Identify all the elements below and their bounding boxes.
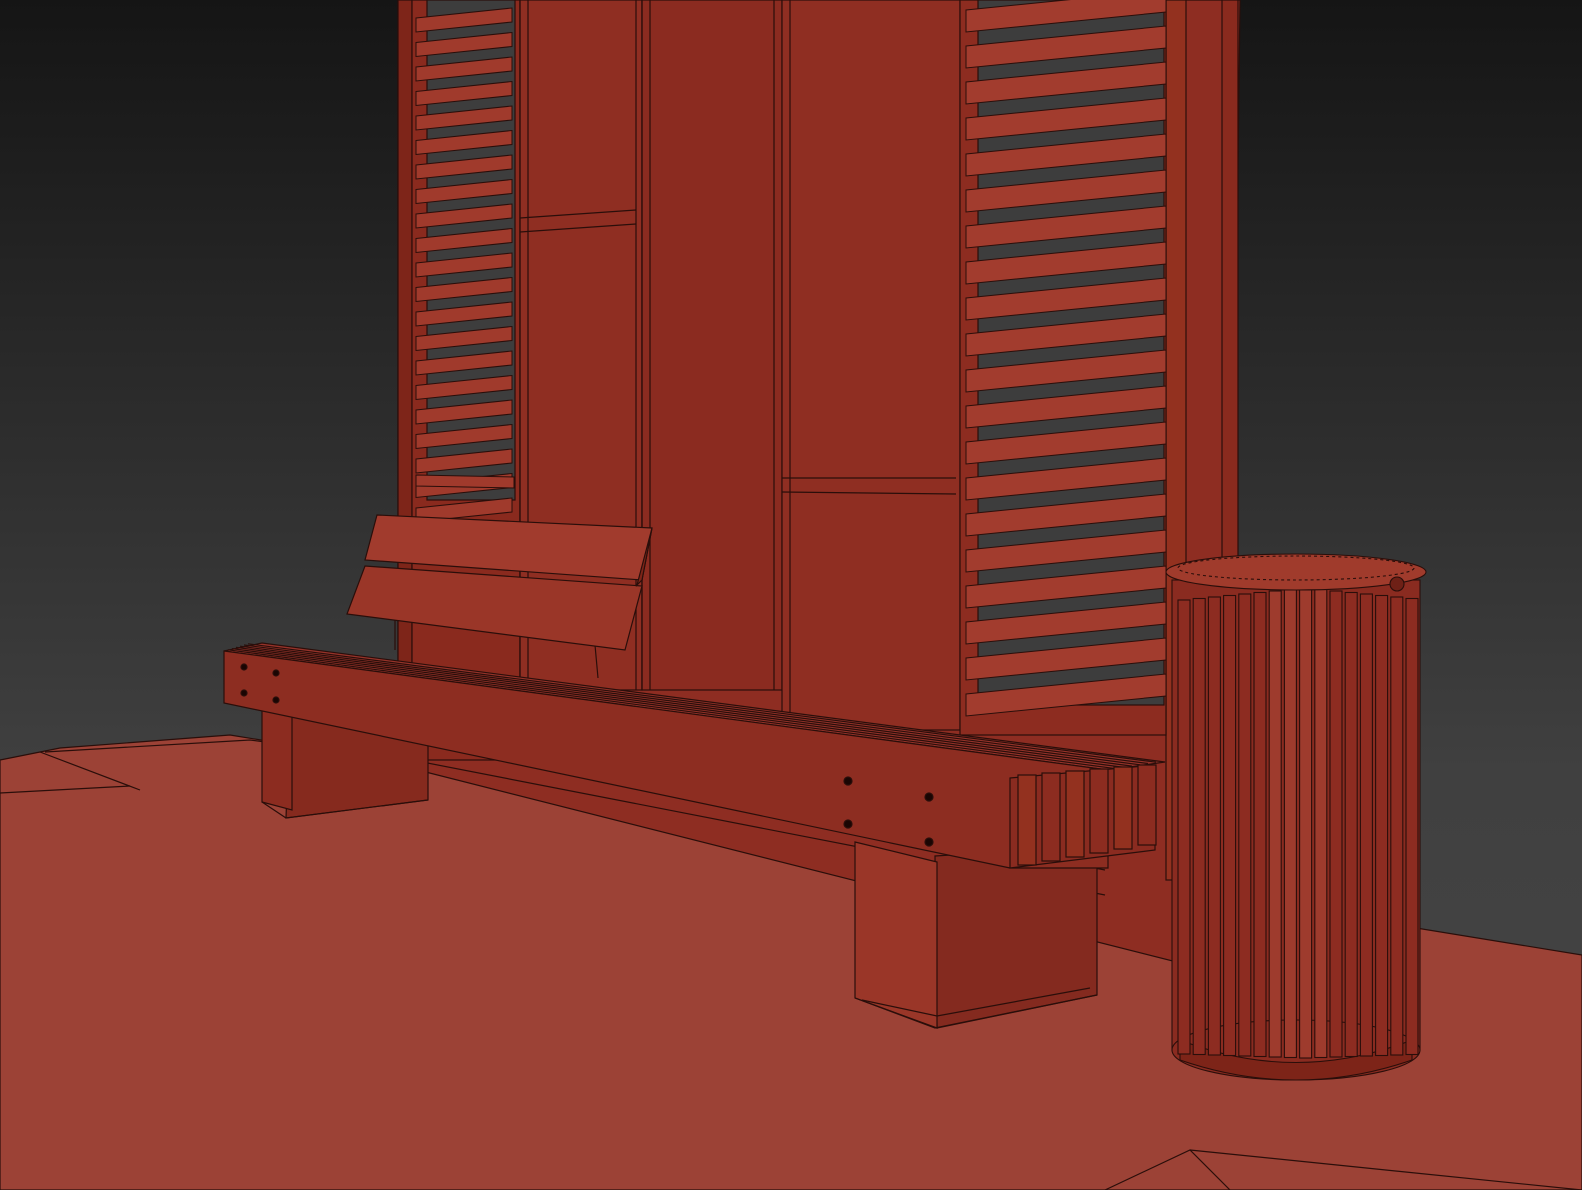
bin-slat (1359, 593, 1373, 1057)
bin-slat (1329, 590, 1343, 1058)
seat-slat-end (1089, 768, 1109, 854)
bin-slat (1405, 597, 1419, 1056)
bin-slat (1192, 597, 1206, 1056)
bin-slat (1314, 588, 1328, 1059)
bin-slat (1299, 587, 1313, 1059)
3d-viewport[interactable] (0, 0, 1582, 1190)
seat-slat-end (1113, 766, 1133, 850)
slat (415, 474, 515, 489)
seat-slat-end (1137, 764, 1157, 846)
trash-bin-lock-icon (1389, 576, 1405, 592)
bin-slat (1390, 596, 1404, 1056)
bin-slat (1283, 588, 1297, 1059)
bin-slat (1375, 594, 1389, 1057)
trash-bin-lid (1165, 553, 1427, 591)
bin-slat (1238, 593, 1252, 1057)
viewport-scene (0, 0, 1582, 1190)
bin-slat (1223, 594, 1237, 1057)
bench-leg-right (854, 841, 1098, 1029)
bin-slat (1207, 596, 1221, 1056)
bin-slat (1268, 590, 1282, 1058)
seat-slat-end (1041, 772, 1061, 862)
bin-slat (1344, 591, 1358, 1058)
bin-slat (1253, 591, 1267, 1058)
seat-slat-end (1017, 774, 1037, 866)
bin-slat (1177, 599, 1191, 1055)
seat-slat-end (1065, 770, 1085, 858)
trash-bin[interactable] (1165, 553, 1427, 1081)
